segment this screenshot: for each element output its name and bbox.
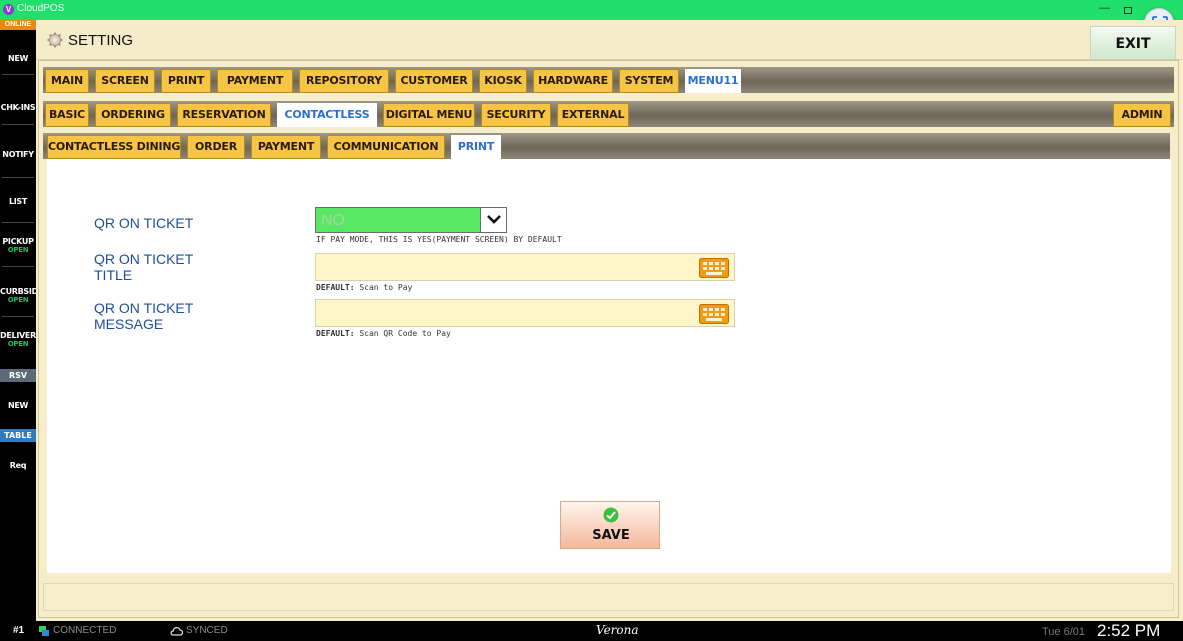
pos-app: V CloudPOS — ONLINE NEW CHK-INS NOTIFY L… — [0, 0, 1183, 641]
status-time: 2:52 PM — [1097, 621, 1161, 640]
chevron-down-icon[interactable] — [480, 208, 506, 232]
qr-on-ticket-select[interactable]: NO — [315, 207, 507, 233]
sidebar-item-checkins[interactable]: CHK-INS — [0, 103, 36, 112]
minimize-icon[interactable]: — — [1099, 2, 1110, 14]
window-titlebar: V CloudPOS — — [0, 0, 1183, 20]
qr-on-ticket-value: NO — [321, 212, 345, 229]
sidebar-item-rsv-new[interactable]: NEW — [0, 401, 36, 410]
qr-title-field[interactable] — [315, 253, 735, 281]
admin-button[interactable]: ADMIN — [1113, 103, 1171, 127]
contactless-tabs: CONTACTLESS DINING ORDER PAYMENT COMMUNI… — [43, 133, 1170, 159]
page-title: SETTING — [68, 32, 134, 49]
sidebar-item-pickup[interactable]: PICKUP OPEN — [0, 237, 36, 254]
save-label: SAVE — [592, 528, 630, 543]
tab-repository[interactable]: REPOSITORY — [299, 69, 389, 93]
tab-external[interactable]: EXTERNAL — [557, 103, 629, 127]
cloud-sync-icon — [170, 627, 183, 636]
tab-contactless-dining[interactable]: CONTACTLESS DINING — [47, 135, 181, 159]
tab-payment[interactable]: PAYMENT — [217, 69, 293, 93]
tab-contactless[interactable]: CONTACTLESS — [277, 103, 377, 127]
sidebar-item-new[interactable]: NEW — [0, 54, 36, 63]
sidebar-item-delivery[interactable]: DELIVER OPEN — [0, 331, 36, 348]
qr-message-hint: DEFAULT: Scan QR Code to Pay — [316, 329, 451, 338]
footer-panel — [43, 583, 1174, 611]
tab-system[interactable]: SYSTEM — [619, 69, 679, 93]
qr-on-ticket-hint: IF PAY MODE, THIS IS YES(PAYMENT SCREEN)… — [316, 235, 562, 244]
tab-communication[interactable]: COMMUNICATION — [327, 135, 445, 159]
sub-tabs: BASIC ORDERING RESERVATION CONTACTLESS D… — [43, 101, 1174, 127]
exit-button[interactable]: EXIT — [1090, 26, 1176, 60]
app-logo-icon: V — [3, 4, 14, 15]
gear-icon — [47, 32, 63, 48]
checkmark-icon — [603, 507, 619, 523]
status-date: Tue 6/01 — [1042, 626, 1086, 638]
save-button[interactable]: SAVE — [560, 501, 660, 549]
tab-contactless-print[interactable]: PRINT — [451, 135, 501, 159]
network-icon — [39, 626, 49, 636]
sidebar-item-table-req[interactable]: Req — [0, 461, 36, 470]
qr-on-ticket-label: QR ON TICKET — [94, 215, 194, 231]
tab-ordering[interactable]: ORDERING — [95, 103, 171, 127]
location-name: Verona — [596, 623, 639, 637]
tab-menu11[interactable]: MENU11 — [685, 69, 741, 93]
sidebar-item-curbside[interactable]: CURBSID OPEN — [0, 287, 38, 304]
tab-hardware[interactable]: HARDWARE — [533, 69, 613, 93]
sidebar-section-table: TABLE — [0, 429, 36, 442]
station-number: #1 — [13, 625, 25, 636]
main-window: SETTING EXIT MAIN SCREEN PRINT PAYMENT R… — [36, 20, 1183, 621]
qr-message-field[interactable] — [315, 299, 735, 327]
tab-order[interactable]: ORDER — [187, 135, 245, 159]
main-tabs: MAIN SCREEN PRINT PAYMENT REPOSITORY CUS… — [43, 67, 1174, 93]
print-settings-form: QR ON TICKET NO IF PAY MODE, THIS IS YES… — [47, 159, 1171, 573]
tab-reservation[interactable]: RESERVATION — [177, 103, 271, 127]
tab-kiosk[interactable]: KIOSK — [479, 69, 527, 93]
left-sidebar: ONLINE NEW CHK-INS NOTIFY LIST PICKUP OPE… — [0, 20, 38, 621]
tab-customer[interactable]: CUSTOMER — [395, 69, 473, 93]
qr-title-label: QR ON TICKET TITLE — [94, 251, 194, 283]
tab-basic[interactable]: BASIC — [45, 103, 89, 127]
sync-status: SYNCED — [186, 625, 228, 636]
qr-title-hint: DEFAULT: Scan to Pay — [316, 283, 413, 292]
connection-status: CONNECTED — [53, 625, 117, 636]
status-bar: #1 CONNECTED SYNCED Verona Tue 6/01 2:52… — [0, 621, 1183, 641]
tab-screen[interactable]: SCREEN — [95, 69, 155, 93]
sidebar-section-rsv: RSV — [0, 369, 36, 382]
qr-message-label: QR ON TICKET MESSAGE — [94, 300, 194, 332]
keyboard-icon[interactable] — [699, 304, 729, 324]
tab-contactless-payment[interactable]: PAYMENT — [251, 135, 321, 159]
online-status-badge: ONLINE — [0, 20, 36, 30]
keyboard-icon[interactable] — [699, 258, 729, 278]
settings-panel: MAIN SCREEN PRINT PAYMENT REPOSITORY CUS… — [38, 60, 1179, 618]
sidebar-item-notify[interactable]: NOTIFY — [0, 150, 36, 159]
header-bar: SETTING EXIT — [36, 20, 1183, 60]
tab-digital-menu[interactable]: DIGITAL MENU — [383, 103, 475, 127]
sidebar-item-list[interactable]: LIST — [0, 197, 36, 206]
tab-security[interactable]: SECURITY — [481, 103, 551, 127]
app-title: CloudPOS — [17, 3, 65, 14]
tab-main[interactable]: MAIN — [45, 69, 89, 93]
tab-print[interactable]: PRINT — [161, 69, 211, 93]
maximize-icon[interactable] — [1124, 7, 1132, 14]
